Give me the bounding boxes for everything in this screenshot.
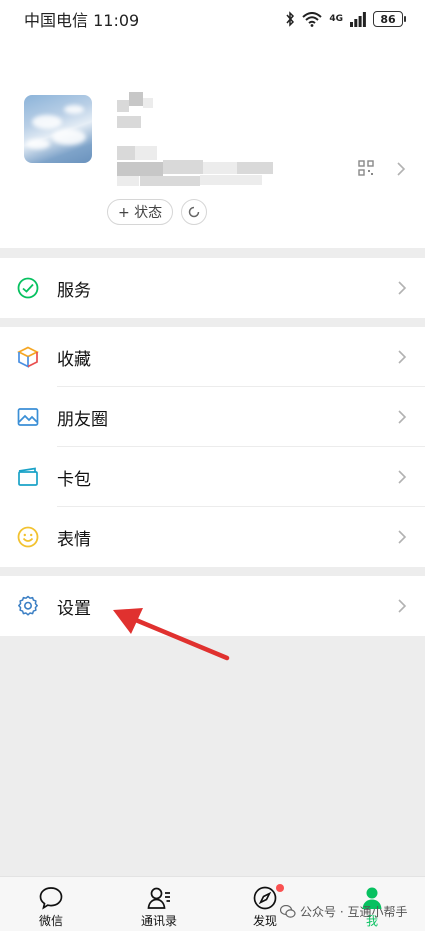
status-refresh-button[interactable] <box>181 199 207 225</box>
menu-label: 设置 <box>57 598 91 619</box>
carrier-time: 中国电信 11:09 <box>24 11 140 30</box>
image-icon <box>17 408 39 426</box>
settings-group: 设置 <box>0 576 425 636</box>
chat-bubble-icon <box>39 887 63 910</box>
tab-label: 发现 <box>252 914 277 928</box>
add-status-label: + 状态 <box>118 205 163 221</box>
bluetooth-icon <box>286 11 295 27</box>
chevron-right-icon <box>398 530 407 544</box>
service-check-icon <box>17 277 39 299</box>
wifi-icon <box>302 11 323 27</box>
profile-card[interactable]: + 状态 <box>0 38 425 248</box>
tab-bar: 微信 通讯录 发现 我 公众号 · 互通小帮手 <box>0 876 425 931</box>
signal-icon <box>350 11 366 27</box>
gear-icon <box>18 595 38 616</box>
compass-icon <box>253 886 277 910</box>
chevron-right-icon <box>398 410 407 424</box>
chevron-right-icon <box>398 470 407 484</box>
tab-contacts[interactable]: 通讯录 <box>119 877 199 931</box>
menu-item-favorites[interactable]: 收藏 <box>0 327 425 387</box>
menu-item-service[interactable]: 服务 <box>0 258 425 318</box>
battery-icon: 86 <box>373 11 406 27</box>
status-bar: 中国电信 11:09 4G 86 <box>0 0 425 38</box>
chevron-right-icon <box>398 599 407 613</box>
network-type: 4G <box>329 13 343 24</box>
menu-item-card-wallet[interactable]: 卡包 <box>0 447 425 507</box>
features-group: 收藏 朋友圈 卡包 表情 <box>0 327 425 567</box>
chevron-right-icon <box>397 162 406 176</box>
chevron-right-icon <box>398 281 407 295</box>
menu-label: 收藏 <box>57 349 91 370</box>
menu-item-stickers[interactable]: 表情 <box>0 507 425 567</box>
tab-label: 通讯录 <box>140 914 177 928</box>
tab-chats[interactable]: 微信 <box>11 877 91 931</box>
avatar[interactable] <box>24 95 92 163</box>
menu-item-moments[interactable]: 朋友圈 <box>0 387 425 447</box>
add-status-button[interactable]: + 状态 <box>107 199 174 225</box>
service-group: 服务 <box>0 258 425 318</box>
smile-icon <box>17 526 39 548</box>
cube-icon <box>17 346 39 368</box>
refresh-icon <box>188 206 200 218</box>
menu-label: 朋友圈 <box>57 409 108 430</box>
menu-label: 服务 <box>57 280 91 301</box>
menu-item-settings[interactable]: 设置 <box>0 576 425 636</box>
card-wallet-icon <box>18 467 38 486</box>
menu-label: 表情 <box>57 529 91 550</box>
chevron-right-icon <box>398 350 407 364</box>
wechat-logo-icon <box>280 905 296 918</box>
tab-label: 微信 <box>38 914 63 928</box>
status-icons: 4G 86 <box>285 11 406 27</box>
watermark: 公众号 · 互通小帮手 <box>280 903 407 920</box>
contacts-icon <box>147 887 170 909</box>
menu-label: 卡包 <box>57 469 91 490</box>
qr-code-icon[interactable] <box>358 160 374 176</box>
battery-level: 86 <box>380 12 396 26</box>
notification-dot <box>276 884 284 892</box>
watermark-text: 公众号 · 互通小帮手 <box>300 905 408 919</box>
